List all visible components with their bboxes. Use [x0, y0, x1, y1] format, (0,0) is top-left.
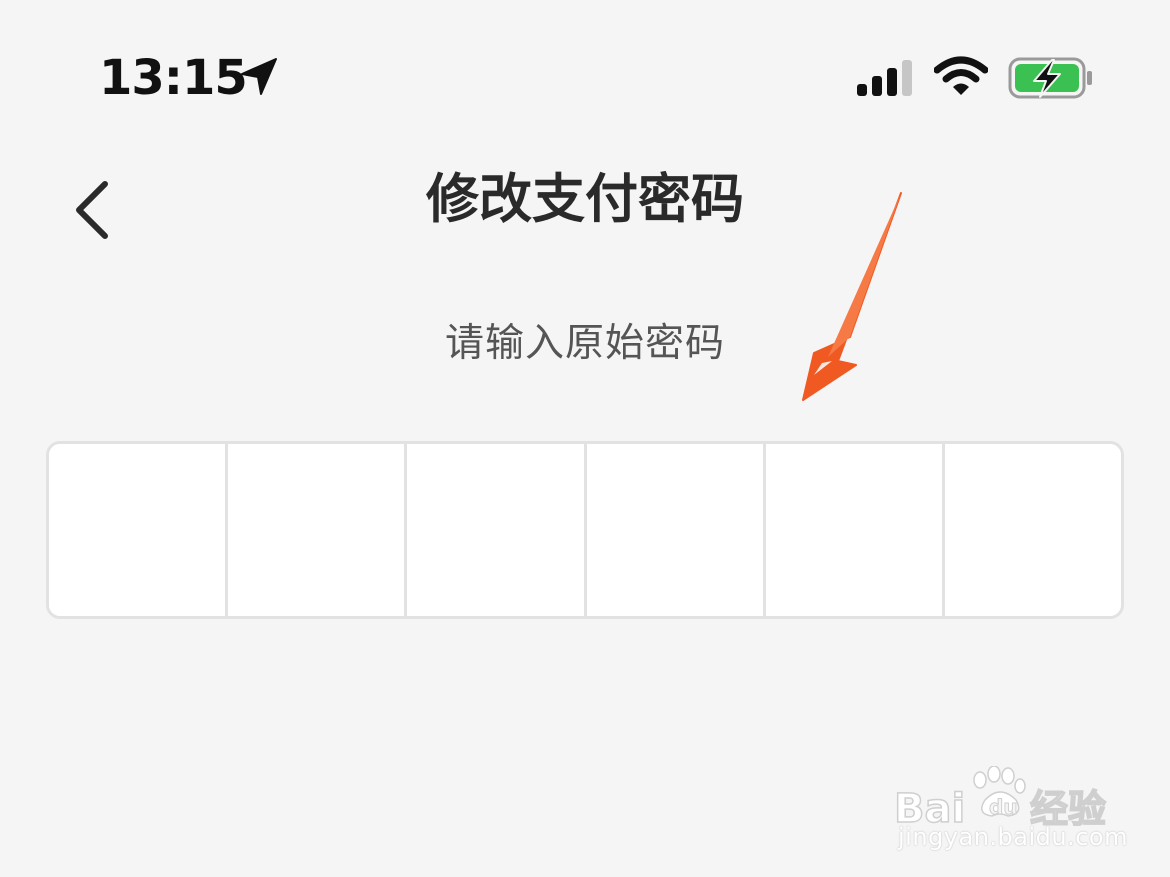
password-digit-box[interactable] — [228, 444, 408, 616]
navigation-bar: 修改支付密码 — [0, 150, 1170, 260]
password-prompt: 请输入原始密码 — [444, 321, 725, 366]
password-input[interactable] — [46, 441, 1124, 619]
password-digit-box[interactable] — [407, 444, 587, 616]
watermark-url: jingyan.baidu.com — [898, 823, 1128, 851]
password-digit-box[interactable] — [765, 444, 945, 616]
password-digit-box[interactable] — [49, 444, 229, 616]
password-digit-box[interactable] — [944, 444, 1121, 616]
status-bar: 13:15 — [0, 0, 1170, 150]
page-title: 修改支付密码 — [426, 169, 744, 230]
baidu-logo: Bai du 经验 — [893, 766, 1107, 826]
svg-text:经验: 经验 — [1030, 787, 1106, 826]
cellular-signal-icon — [857, 60, 912, 96]
battery-charging-icon — [1008, 57, 1092, 99]
password-digit-box[interactable] — [586, 444, 766, 616]
baidu-jingyan-watermark: Bai du 经验 jingyan.baidu.com — [890, 748, 1127, 858]
wifi-icon — [934, 56, 988, 95]
svg-text:du: du — [989, 795, 1018, 819]
location-arrow-icon — [241, 58, 277, 95]
status-time: 13:15 — [99, 50, 248, 106]
svg-text:Bai: Bai — [894, 786, 965, 826]
